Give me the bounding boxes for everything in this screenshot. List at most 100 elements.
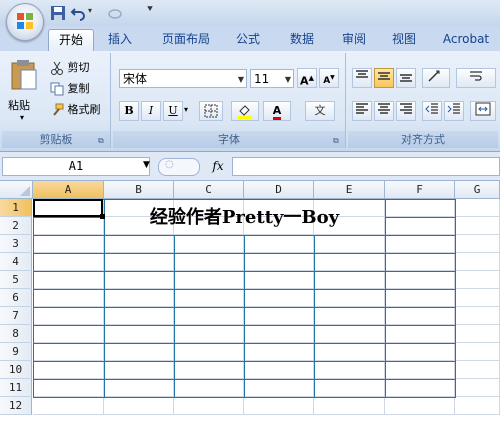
table-cell[interactable] <box>244 325 315 344</box>
table-cell[interactable] <box>174 307 245 326</box>
name-box-dropdown-icon[interactable]: ▼ <box>143 160 150 170</box>
cell[interactable] <box>33 397 104 415</box>
table-cell[interactable] <box>314 253 386 272</box>
table-cell[interactable] <box>385 271 456 290</box>
table-cell[interactable] <box>104 379 175 398</box>
cell[interactable] <box>244 397 314 415</box>
table-cell[interactable] <box>244 361 315 380</box>
table-cell[interactable] <box>33 379 105 398</box>
cell[interactable] <box>174 397 244 415</box>
cell[interactable] <box>455 361 500 379</box>
cell[interactable] <box>455 253 500 271</box>
cell[interactable] <box>455 199 500 217</box>
name-box[interactable]: A1 <box>2 157 150 176</box>
grow-font-button[interactable]: A▲ <box>297 68 317 88</box>
clipboard-launcher-icon[interactable]: ⧉ <box>98 136 107 145</box>
table-cell[interactable] <box>174 325 245 344</box>
table-cell[interactable] <box>33 217 105 236</box>
table-cell[interactable] <box>33 325 105 344</box>
table-cell[interactable] <box>33 343 105 362</box>
bottom-align-button[interactable] <box>396 68 416 88</box>
merge-center-button[interactable] <box>470 101 496 121</box>
cell[interactable] <box>455 325 500 343</box>
middle-align-button[interactable] <box>374 68 394 88</box>
table-cell[interactable] <box>244 253 315 272</box>
table-cell[interactable] <box>174 361 245 380</box>
table-cell[interactable] <box>385 325 456 344</box>
top-align-button[interactable] <box>352 68 372 88</box>
undo-icon[interactable] <box>70 5 86 21</box>
table-cell[interactable] <box>385 253 456 272</box>
shrink-font-button[interactable]: A▼ <box>319 68 339 88</box>
align-left-button[interactable] <box>352 101 372 121</box>
merged-cell-title[interactable]: 经验作者Pretty一Boy <box>104 200 385 236</box>
table-cell[interactable] <box>385 307 456 326</box>
table-cell[interactable] <box>244 235 315 254</box>
table-cell[interactable] <box>314 307 386 326</box>
fill-color-button[interactable] <box>231 101 259 121</box>
customize-qat-icon[interactable]: ⯆ <box>146 4 154 15</box>
table-cell[interactable] <box>244 289 315 308</box>
align-center-button[interactable] <box>374 101 394 121</box>
table-cell[interactable] <box>174 271 245 290</box>
active-cell-a1[interactable] <box>33 199 103 217</box>
cell[interactable] <box>104 397 174 415</box>
font-name-select[interactable]: 宋体 ▼ <box>119 69 247 88</box>
table-cell[interactable] <box>314 343 386 362</box>
table-cell[interactable] <box>314 379 386 398</box>
redo-icon[interactable] <box>106 5 122 21</box>
undo-dropdown-icon[interactable]: ▾ <box>88 6 92 15</box>
table-cell[interactable] <box>314 271 386 290</box>
cell[interactable] <box>455 379 500 397</box>
table-cell[interactable] <box>33 307 105 326</box>
table-cell[interactable] <box>104 235 175 254</box>
copy-button[interactable]: 复制 <box>50 79 90 99</box>
table-cell[interactable] <box>314 235 386 254</box>
align-right-button[interactable] <box>396 101 416 121</box>
cell[interactable] <box>314 397 385 415</box>
cell[interactable] <box>455 217 500 235</box>
table-cell[interactable] <box>314 325 386 344</box>
cell[interactable] <box>455 271 500 289</box>
table-cell[interactable] <box>104 361 175 380</box>
tab-home[interactable]: 开始 <box>48 29 94 52</box>
table-cell[interactable] <box>244 271 315 290</box>
tab-formulas[interactable]: 公式 <box>228 29 268 51</box>
tab-review[interactable]: 审阅 <box>334 29 374 51</box>
orientation-button[interactable] <box>422 68 450 88</box>
table-cell[interactable] <box>385 235 456 254</box>
tab-view[interactable]: 视图 <box>384 29 424 51</box>
cell[interactable] <box>455 343 500 361</box>
table-cell[interactable] <box>244 307 315 326</box>
table-cell[interactable] <box>104 343 175 362</box>
table-cell[interactable] <box>244 379 315 398</box>
cut-button[interactable]: 剪切 <box>50 58 90 78</box>
table-cell[interactable] <box>174 235 245 254</box>
table-cell[interactable] <box>174 289 245 308</box>
table-cell[interactable] <box>385 379 456 398</box>
table-cell[interactable] <box>174 379 245 398</box>
table-cell[interactable] <box>33 235 105 254</box>
table-cell[interactable] <box>33 361 105 380</box>
table-cell[interactable] <box>385 361 456 380</box>
paste-button[interactable]: 粘贴 ▾ <box>6 57 42 127</box>
italic-button[interactable]: I <box>141 101 161 121</box>
font-size-select[interactable]: 11 ▼ <box>250 69 294 88</box>
cell[interactable] <box>385 397 455 415</box>
tab-insert[interactable]: 插入 <box>100 29 140 51</box>
table-cell[interactable] <box>33 271 105 290</box>
table-cell[interactable] <box>385 217 456 236</box>
table-cell[interactable] <box>33 289 105 308</box>
cell[interactable] <box>455 307 500 325</box>
table-cell[interactable] <box>104 307 175 326</box>
table-cell[interactable] <box>104 289 175 308</box>
wrap-text-button[interactable] <box>456 68 496 88</box>
table-cell[interactable] <box>314 361 386 380</box>
format-painter-button[interactable]: 格式刷 <box>50 100 101 120</box>
table-cell[interactable] <box>244 343 315 362</box>
cell[interactable] <box>455 397 500 415</box>
table-cell[interactable] <box>385 343 456 362</box>
bold-button[interactable]: B <box>119 101 139 121</box>
tab-data[interactable]: 数据 <box>282 29 322 51</box>
table-cell[interactable] <box>314 289 386 308</box>
